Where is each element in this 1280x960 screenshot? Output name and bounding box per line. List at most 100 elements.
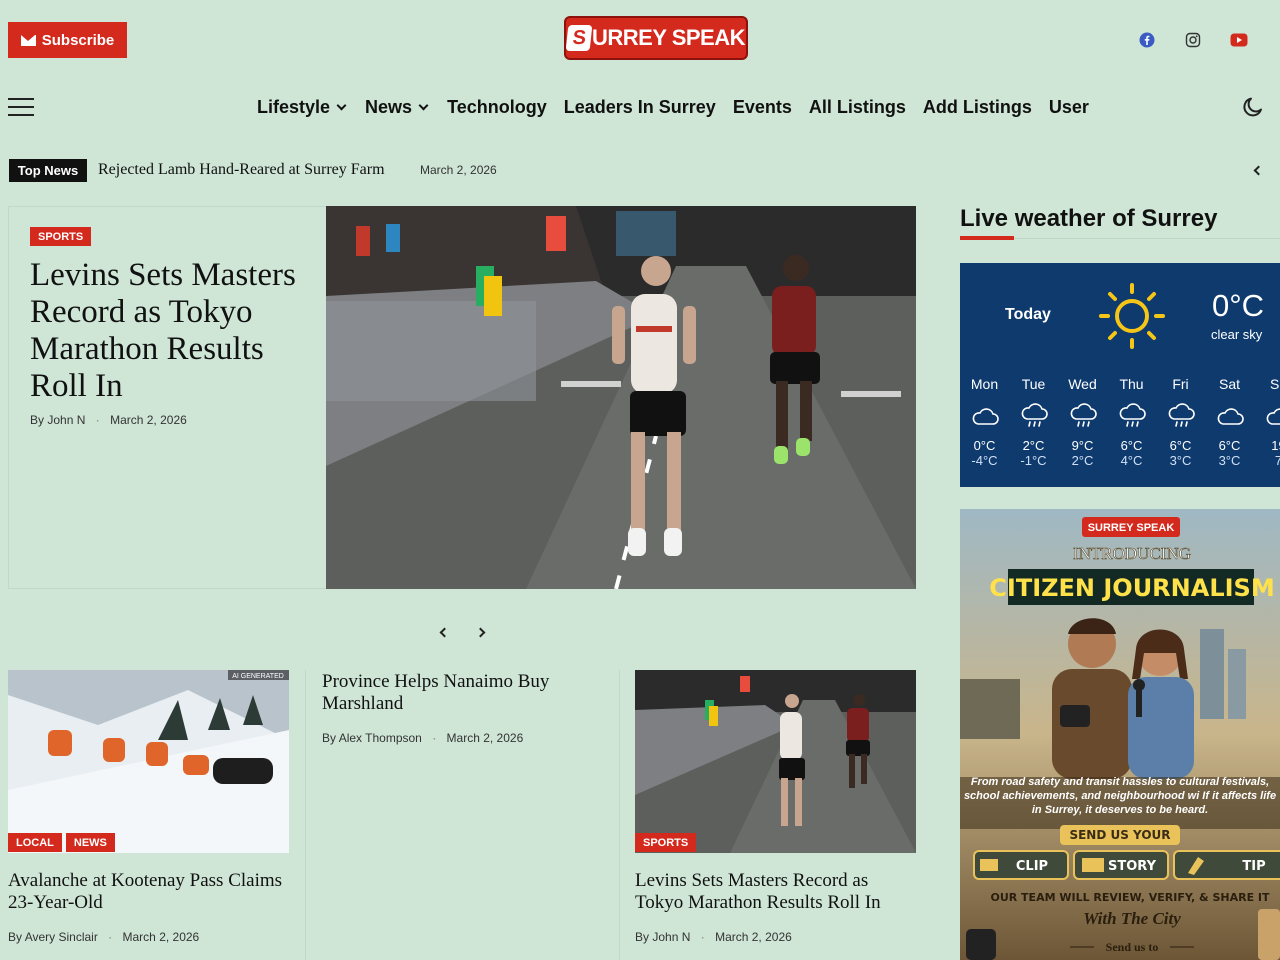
- nav-item-all-listings[interactable]: All Listings: [809, 97, 906, 118]
- instagram-icon[interactable]: [1182, 29, 1204, 51]
- weather-today-label: Today: [1005, 306, 1051, 323]
- forecast-day: Wed 9°C 2°C: [1058, 376, 1107, 468]
- nav-label: Events: [732, 96, 792, 117]
- subscribe-button[interactable]: Subscribe: [8, 22, 127, 58]
- marathon-thumbnail-image[interactable]: [635, 670, 916, 853]
- rain-cloud-icon: [1058, 394, 1107, 438]
- top-news-label: Top News: [9, 159, 87, 182]
- post-title[interactable]: Avalanche at Kootenay Pass Claims 23-Yea…: [8, 870, 288, 914]
- day-high: 6°C: [1120, 438, 1143, 453]
- top-news-headline-link[interactable]: Rejected Lamb Hand-Reared at Surrey Farm: [98, 161, 385, 179]
- weather-current-temp: 0°C: [1212, 288, 1265, 323]
- ad-send-to: Send us to: [1106, 940, 1159, 954]
- cloud-icon: [1254, 394, 1280, 438]
- youtube-icon[interactable]: [1228, 29, 1250, 51]
- envelope-icon: [20, 34, 36, 46]
- nav-item-leaders-in-surrey[interactable]: Leaders In Surrey: [564, 97, 716, 118]
- post-date: March 2, 2026: [122, 930, 200, 944]
- forecast-day: Thu 6°C 4°C: [1107, 376, 1156, 468]
- day-low: -4°C: [971, 453, 998, 468]
- post-title[interactable]: Levins Sets Masters Record as Tokyo Mara…: [635, 870, 915, 914]
- featured-post-title[interactable]: Levins Sets Masters Record as Tokyo Mara…: [30, 257, 315, 405]
- nav-item-user[interactable]: User: [1049, 97, 1089, 118]
- nav-item-lifestyle[interactable]: Lifestyle: [257, 97, 348, 118]
- post-date: March 2, 2026: [446, 731, 524, 745]
- weather-condition: clear sky: [1211, 327, 1263, 342]
- day-name: Wed: [1068, 376, 1097, 392]
- rain-cloud-icon: [1009, 394, 1058, 438]
- cloud-icon: [1205, 394, 1254, 438]
- forecast-day: Sat 6°C 3°C: [1205, 376, 1254, 468]
- ad-headline: CITIZEN JOURNALISM: [989, 574, 1274, 602]
- post-date: March 2, 2026: [715, 930, 792, 944]
- post-date: March 2, 2026: [110, 413, 187, 427]
- subscribe-label: Subscribe: [41, 31, 115, 49]
- chevron-left-icon: [439, 627, 449, 637]
- chevron-left-icon: [1253, 165, 1263, 175]
- cloud-icon: [960, 394, 1009, 438]
- day-high: 6°C: [1169, 438, 1192, 453]
- dark-mode-moon-icon[interactable]: [1241, 95, 1265, 119]
- post-byline: By John N · March 2, 2026: [635, 930, 792, 944]
- ad-option-story: STORY: [1108, 859, 1157, 874]
- ticker-prev-button[interactable]: [1250, 162, 1266, 178]
- column-divider: [305, 670, 306, 960]
- ad-send-label: SEND US YOUR: [1069, 828, 1170, 842]
- card-tags: LOCAL NEWS: [8, 833, 115, 852]
- forecast-day: Tue 2°C -1°C: [1009, 376, 1058, 468]
- facebook-icon[interactable]: [1136, 29, 1158, 51]
- author-link[interactable]: Alex Thompson: [339, 731, 422, 745]
- logo-mark: S: [565, 25, 593, 51]
- author-link[interactable]: Avery Sinclair: [25, 930, 98, 944]
- author-link[interactable]: John N: [47, 413, 85, 427]
- category-tag[interactable]: SPORTS: [635, 833, 697, 852]
- logo-text: URREY SPEAK: [591, 25, 746, 50]
- day-high: 9°C: [1071, 438, 1094, 453]
- featured-marathon-image[interactable]: [326, 206, 916, 589]
- author-link[interactable]: John N: [652, 930, 690, 944]
- day-low: 4°C: [1120, 453, 1143, 468]
- main-nav: Lifestyle News Technology Leaders In Sur…: [257, 94, 1089, 120]
- category-tag[interactable]: NEWS: [65, 833, 115, 852]
- day-name: Thu: [1119, 376, 1144, 392]
- day-name: Su: [1269, 376, 1280, 392]
- day-low: 3°C: [1169, 453, 1192, 468]
- post-title[interactable]: Province Helps Nanaimo Buy Marshland: [322, 671, 602, 715]
- site-logo[interactable]: S URREY SPEAK: [564, 16, 748, 60]
- weather-heading: Live weather of Surrey: [960, 205, 1218, 232]
- forecast-day: Su 19 7: [1254, 376, 1280, 468]
- citizen-journalism-ad[interactable]: SURREY SPEAK INTRODUCING CITIZEN JOURNAL…: [960, 509, 1280, 960]
- ad-review-text: OUR TEAM WILL REVIEW, VERIFY, & SHARE IT: [990, 891, 1270, 904]
- menu-hamburger-icon[interactable]: [8, 98, 34, 116]
- slider-next-button[interactable]: [472, 624, 488, 640]
- nav-label: News: [365, 96, 413, 117]
- day-low: 7: [1274, 453, 1280, 468]
- nav-item-news[interactable]: News: [365, 97, 430, 118]
- ad-with-city: With The City: [1083, 909, 1181, 928]
- ai-generated-label: AI GENERATED: [232, 673, 284, 680]
- day-high: 0°C: [973, 438, 996, 453]
- featured-byline: By John N · March 2, 2026: [30, 413, 187, 427]
- category-tag[interactable]: LOCAL: [8, 833, 62, 852]
- nav-item-add-listings[interactable]: Add Listings: [923, 97, 1032, 118]
- heading-rule: [1014, 238, 1280, 239]
- nav-item-technology[interactable]: Technology: [447, 97, 547, 118]
- avalanche-image[interactable]: AI GENERATED: [8, 670, 289, 853]
- nav-item-events[interactable]: Events: [733, 97, 792, 118]
- nav-label: All Listings: [808, 96, 906, 117]
- ad-intro: INTRODUCING: [1073, 544, 1191, 563]
- day-high: 2°C: [1022, 438, 1045, 453]
- forecast-day: Mon 0°C -4°C: [960, 376, 1009, 468]
- slider-prev-button[interactable]: [436, 624, 452, 640]
- sun-icon: [1096, 282, 1168, 350]
- day-low: 3°C: [1218, 453, 1241, 468]
- day-name: Mon: [970, 376, 999, 392]
- weather-forecast: Mon 0°C -4°C Tue 2°C -1°C Wed 9°C 2°C Th…: [960, 376, 1280, 468]
- category-tag[interactable]: SPORTS: [30, 227, 92, 246]
- nav-label: Add Listings: [922, 96, 1032, 117]
- rain-cloud-icon: [1107, 394, 1156, 438]
- by-label: By: [30, 413, 45, 427]
- post-byline: By Alex Thompson · March 2, 2026: [322, 731, 524, 745]
- by-label: By: [322, 731, 337, 745]
- chevron-down-icon: [336, 100, 347, 110]
